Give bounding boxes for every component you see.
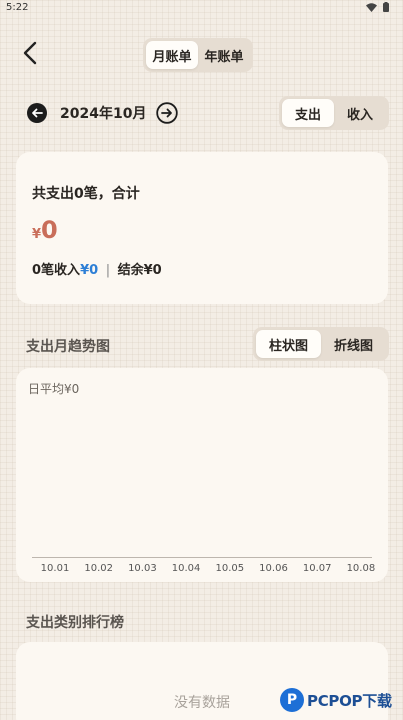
tab-line-chart[interactable]: 折线图: [321, 330, 386, 358]
expense-summary-line: 共支出0笔，合计: [32, 183, 140, 203]
tab-yearly-bill[interactable]: 年账单: [198, 41, 250, 69]
tab-expense[interactable]: 支出: [282, 99, 334, 127]
ranking-section-title: 支出类别排行榜: [26, 615, 124, 631]
chart-x-ticks: 10.01 10.02 10.03 10.04 10.05 10.06 10.07 10.08: [32, 563, 378, 577]
next-month-button[interactable]: [156, 102, 179, 124]
x-tick-label: 10.06: [259, 563, 288, 574]
tab-monthly-bill[interactable]: 月账单: [146, 41, 198, 69]
watermark-p-icon: P: [280, 688, 304, 712]
expense-total: ¥0: [32, 216, 58, 244]
chart-x-axis: [32, 557, 372, 558]
wifi-icon: [366, 2, 377, 12]
x-tick-label: 10.03: [128, 563, 157, 574]
x-tick-label: 10.07: [302, 563, 332, 574]
expense-suffix: 笔，合计: [83, 186, 140, 202]
arrow-right-circle-icon: [156, 102, 179, 124]
chart-type-toggle: 柱状图 折线图: [253, 327, 389, 361]
summary-card: 共支出0笔，合计 ¥0 0笔收入¥0 | 结余¥0: [16, 152, 388, 304]
x-tick-label: 10.02: [84, 563, 114, 574]
currency-symbol: ¥: [32, 227, 42, 242]
battery-icon: [383, 2, 389, 12]
daily-average: 日平均¥0: [28, 382, 80, 396]
arrow-left-circle-icon: [27, 103, 47, 123]
expense-total-value: 0: [41, 216, 58, 244]
tab-bar-chart[interactable]: 柱状图: [256, 330, 321, 358]
status-time: 5:22: [6, 2, 29, 13]
prev-month-button[interactable]: [26, 102, 48, 124]
x-tick-label: 10.04: [171, 563, 201, 574]
watermark-text: PCPOP下载: [307, 691, 392, 710]
income-amount: ¥0: [80, 263, 99, 278]
income-label: 笔收入: [41, 263, 81, 278]
back-button[interactable]: [18, 40, 42, 66]
income-count: 0: [32, 263, 42, 278]
income-balance-line: 0笔收入¥0 | 结余¥0: [32, 259, 162, 278]
x-tick-label: 10.01: [40, 563, 70, 574]
status-icons: [366, 2, 389, 12]
month-navigator: 2024年10月: [26, 100, 179, 126]
month-label: 2024年10月: [60, 106, 147, 122]
x-tick-label: 10.08: [346, 563, 376, 574]
watermark-logo: P PCPOP下载: [280, 684, 392, 716]
chevron-left-icon: [23, 41, 37, 65]
status-bar: 5:22: [0, 0, 403, 16]
trend-chart-card: 日平均¥0 10.01 10.02 10.03 10.04 10.05 10.06 10.0…: [16, 368, 388, 582]
expense-count: 0: [74, 186, 84, 202]
type-toggle: 支出 收入: [279, 96, 389, 130]
divider: |: [105, 263, 111, 278]
balance-label: 结余¥0: [117, 263, 162, 278]
x-tick-label: 10.05: [215, 563, 245, 574]
expense-prefix: 共支出: [32, 186, 74, 202]
tab-income[interactable]: 收入: [334, 99, 386, 127]
period-toggle: 月账单 年账单: [143, 38, 253, 72]
trend-section-title: 支出月趋势图: [26, 339, 110, 355]
